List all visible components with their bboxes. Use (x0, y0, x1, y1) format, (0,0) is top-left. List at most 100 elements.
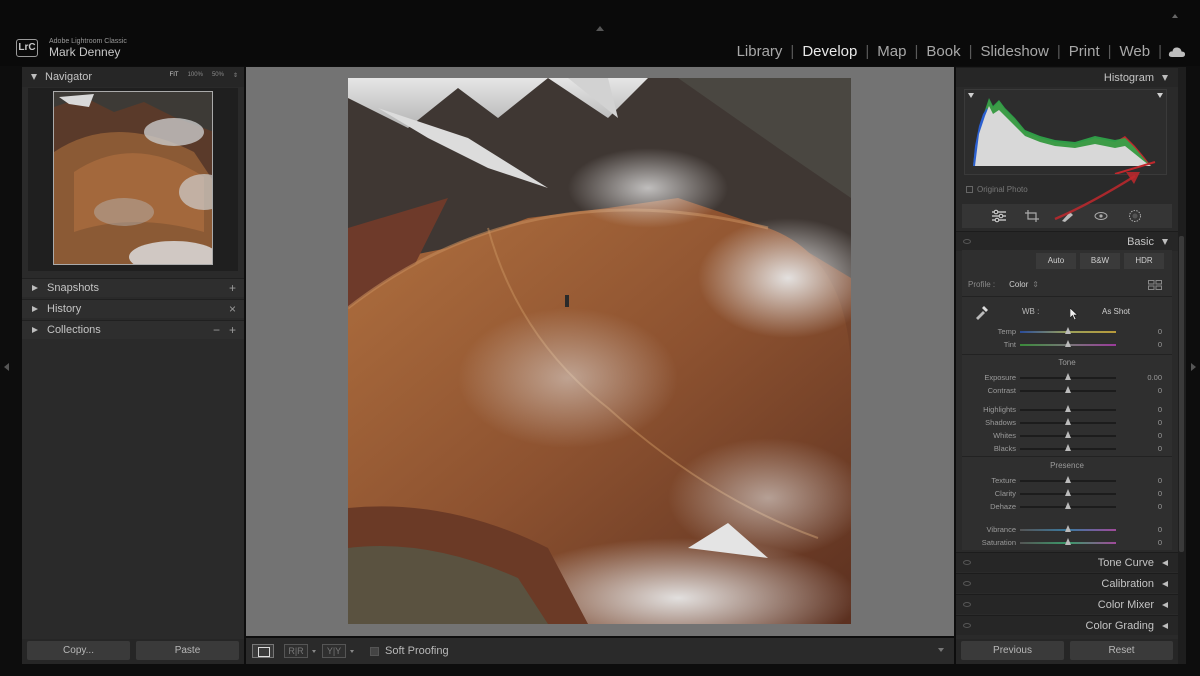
panel-visibility-eye-icon[interactable] (963, 602, 971, 607)
texture-thumb[interactable] (1064, 476, 1071, 483)
exposure-thumb[interactable] (1064, 373, 1071, 380)
whites-value[interactable]: 0 (1158, 431, 1162, 440)
panel-visibility-eye-icon[interactable] (963, 581, 971, 586)
original-photo-toggle[interactable]: Original Photo (966, 185, 1028, 194)
panel-visibility-eye-icon[interactable] (963, 239, 971, 244)
vibrance-thumb[interactable] (1064, 525, 1071, 532)
toolbar-options-arrow-icon[interactable] (938, 648, 944, 652)
highlights-thumb[interactable] (1064, 405, 1071, 412)
highlights-slider[interactable]: Highlights 0 (962, 403, 1172, 416)
tone-curve-header[interactable]: Tone Curve (956, 552, 1178, 572)
vibrance-value[interactable]: 0 (1158, 525, 1162, 534)
profile-select[interactable]: Color (1009, 280, 1028, 289)
before-after-dropdown-icon[interactable] (312, 649, 316, 653)
clear-history-icon[interactable]: × (229, 302, 236, 316)
color-grading-header[interactable]: Color Grading (956, 615, 1178, 635)
before-after-lr-button[interactable]: R|R (284, 644, 308, 658)
texture-value[interactable]: 0 (1158, 476, 1162, 485)
before-after-tb-dropdown-icon[interactable] (350, 649, 354, 653)
bw-button[interactable]: B&W (1080, 253, 1120, 269)
collapse-left-panel-arrow-icon[interactable] (4, 363, 9, 371)
clarity-slider[interactable]: Clarity 0 (962, 487, 1172, 500)
dehaze-thumb[interactable] (1064, 502, 1071, 509)
saturation-value[interactable]: 0 (1158, 538, 1162, 547)
exposure-value[interactable]: 0.00 (1147, 373, 1162, 382)
module-develop[interactable]: Develop (794, 43, 865, 60)
calibration-header[interactable]: Calibration (956, 573, 1178, 593)
contrast-slider[interactable]: Contrast 0 (962, 384, 1172, 397)
add-snapshot-icon[interactable]: + (229, 281, 236, 295)
original-photo-checkbox[interactable] (966, 186, 973, 193)
panel-visibility-eye-icon[interactable] (963, 560, 971, 565)
module-slideshow[interactable]: Slideshow (972, 43, 1056, 60)
cloud-icon[interactable] (1168, 46, 1186, 58)
hdr-button[interactable]: HDR (1124, 253, 1164, 269)
profile-browser-grid-icon[interactable] (1148, 280, 1162, 290)
copy-button[interactable]: Copy... (27, 641, 130, 660)
module-web[interactable]: Web (1112, 43, 1159, 60)
main-photo[interactable] (348, 78, 851, 624)
collapse-top-arrow-icon[interactable] (596, 26, 604, 31)
contrast-thumb[interactable] (1064, 386, 1071, 393)
loupe-view-button[interactable] (252, 644, 274, 658)
profile-dropdown-icon[interactable]: ⇕ (1032, 280, 1039, 289)
color-mixer-header[interactable]: Color Mixer (956, 594, 1178, 614)
tint-thumb[interactable] (1064, 340, 1071, 347)
wb-select[interactable]: As Shot (1102, 307, 1130, 316)
dehaze-slider[interactable]: Dehaze 0 (962, 500, 1172, 513)
temp-value[interactable]: 0 (1158, 327, 1162, 336)
add-collection-icon[interactable]: + (229, 323, 236, 337)
highlights-value[interactable]: 0 (1158, 405, 1162, 414)
navigator-header[interactable]: Navigator FIT 100% 50% ⇕ (22, 67, 244, 87)
basic-header[interactable]: Basic (956, 231, 1178, 251)
whites-slider[interactable]: Whites 0 (962, 429, 1172, 442)
shadows-thumb[interactable] (1064, 418, 1071, 425)
saturation-slider[interactable]: Saturation 0 (962, 536, 1172, 549)
right-panel-scrollbar[interactable] (1179, 236, 1184, 552)
vibrance-slider[interactable]: Vibrance 0 (962, 523, 1172, 536)
module-book[interactable]: Book (918, 43, 968, 60)
module-map[interactable]: Map (869, 43, 914, 60)
clarity-value[interactable]: 0 (1158, 489, 1162, 498)
paste-button[interactable]: Paste (136, 641, 239, 660)
snapshots-header[interactable]: Snapshots + (22, 278, 244, 297)
crop-icon[interactable] (1024, 209, 1042, 223)
before-after-tb-button[interactable]: Y|Y (322, 644, 346, 658)
zoom-50[interactable]: 50% (212, 72, 224, 79)
eyedropper-icon[interactable] (974, 304, 990, 320)
dehaze-value[interactable]: 0 (1158, 502, 1162, 511)
saturation-thumb[interactable] (1064, 538, 1071, 545)
panel-visibility-eye-icon[interactable] (963, 623, 971, 628)
contrast-value[interactable]: 0 (1158, 386, 1162, 395)
shadows-slider[interactable]: Shadows 0 (962, 416, 1172, 429)
blacks-value[interactable]: 0 (1158, 444, 1162, 453)
clarity-thumb[interactable] (1064, 489, 1071, 496)
temp-slider[interactable]: Temp 0 (962, 325, 1172, 338)
collapse-right-panel-arrow-icon[interactable] (1191, 363, 1196, 371)
module-print[interactable]: Print (1061, 43, 1108, 60)
collections-header[interactable]: Collections − + (22, 320, 244, 339)
module-library[interactable]: Library (729, 43, 791, 60)
whites-thumb[interactable] (1064, 431, 1071, 438)
blacks-thumb[interactable] (1064, 444, 1071, 451)
blacks-slider[interactable]: Blacks 0 (962, 442, 1172, 455)
auto-button[interactable]: Auto (1036, 253, 1076, 269)
zoom-more-arrows[interactable]: ⇕ (233, 72, 238, 79)
shadows-value[interactable]: 0 (1158, 418, 1162, 427)
soft-proofing-checkbox[interactable] (370, 646, 379, 656)
history-header[interactable]: History × (22, 299, 244, 318)
tint-slider[interactable]: Tint 0 (962, 338, 1172, 351)
reset-button[interactable]: Reset (1070, 641, 1173, 660)
temp-thumb[interactable] (1064, 327, 1071, 334)
collapse-filmstrip-arrow-icon[interactable] (1172, 14, 1178, 18)
sliders-icon[interactable] (990, 209, 1008, 223)
previous-button[interactable]: Previous (961, 641, 1064, 660)
navigator-thumbnail[interactable] (53, 91, 213, 265)
tint-value[interactable]: 0 (1158, 340, 1162, 349)
remove-collection-icon[interactable]: − (213, 323, 220, 337)
histogram-header[interactable]: Histogram (956, 67, 1178, 87)
exposure-slider[interactable]: Exposure 0.00 (962, 371, 1172, 384)
zoom-100[interactable]: 100% (188, 72, 203, 79)
zoom-fit[interactable]: FIT (170, 72, 179, 79)
histogram-chart[interactable] (964, 89, 1167, 175)
